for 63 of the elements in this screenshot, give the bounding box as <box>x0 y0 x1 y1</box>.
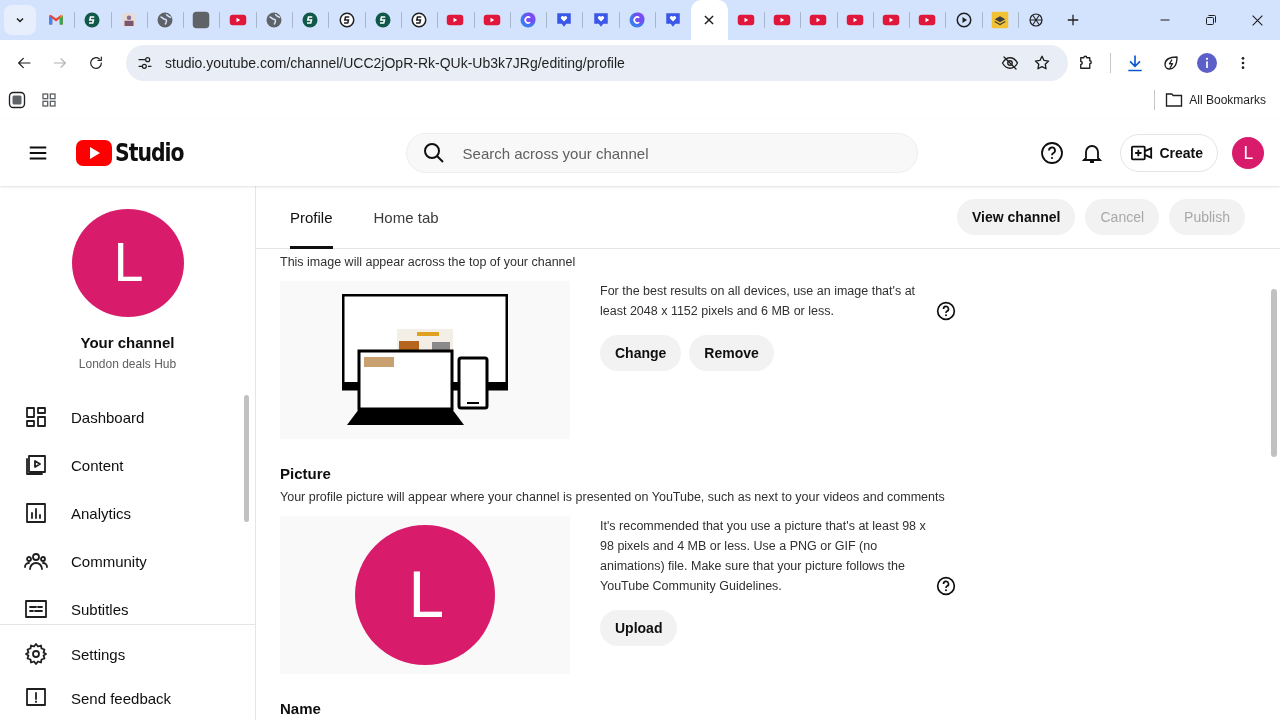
photo-icon <box>119 11 138 29</box>
square-icon <box>192 11 211 29</box>
address-bar[interactable]: studio.youtube.com/channel/UCC2jOpR-Rk-QUk-Ub3k7JRg/editing/profile <box>126 45 1068 81</box>
section-description: Your profile picture will appear where your channel is presented on YouTube, such as next to your videos and comments <box>280 490 946 504</box>
circle-logo-icon <box>627 11 646 29</box>
circle-logo-icon <box>410 11 429 29</box>
circle-logo-icon <box>83 11 102 29</box>
settings-icon <box>24 642 48 666</box>
circle-logo-icon <box>519 11 537 29</box>
action-button: Cancel <box>1085 199 1160 235</box>
scrollbar-thumb[interactable] <box>244 395 249 523</box>
circle-logo-icon <box>373 11 392 29</box>
heart-icon <box>664 11 683 29</box>
upload-button[interactable]: Upload <box>600 610 678 646</box>
tab-square-icon[interactable] <box>6 89 28 111</box>
search-field[interactable]: Search across your channel <box>405 133 918 173</box>
sidebar-item[interactable]: Analytics <box>0 489 244 538</box>
globe-icon <box>156 11 175 29</box>
sidebar-item[interactable]: Dashboard <box>0 393 244 442</box>
bookmarks-link[interactable]: All Bookmarks <box>1161 91 1270 109</box>
dashboard-icon <box>24 405 48 430</box>
back-icon[interactable] <box>16 55 32 71</box>
profile-picture: L <box>355 525 495 665</box>
url-text: studio.youtube.com/channel/UCC2jOpR-Rk-QUk-Ub3k7JRg/editing/profile <box>165 55 626 71</box>
heart-icon <box>555 11 574 29</box>
studio-logo[interactable]: Studio <box>76 139 196 167</box>
close-icon[interactable] <box>702 13 717 27</box>
section-description: This image will appear across the top of your channel <box>280 255 577 269</box>
globe-icon <box>264 11 283 29</box>
knot-icon <box>1027 11 1046 29</box>
circle-logo-icon <box>337 11 356 29</box>
book-icon <box>990 11 1009 29</box>
account-avatar[interactable]: L <box>1232 137 1264 169</box>
page-tab[interactable]: Profile <box>290 185 333 249</box>
action-button: Publish <box>1169 199 1245 235</box>
channel-name: London deals Hub <box>77 357 178 372</box>
scrollbar-thumb[interactable] <box>1271 289 1277 457</box>
section-title: Picture <box>280 465 332 482</box>
sidebar-item[interactable]: Subtitles <box>0 585 244 624</box>
banner-button[interactable]: Change <box>600 335 682 371</box>
channel-avatar[interactable]: L <box>71 209 184 318</box>
sidebar-item[interactable]: Community <box>0 537 244 586</box>
video-library-icon <box>24 453 48 478</box>
new-tab-icon[interactable] <box>1066 13 1081 27</box>
forward-icon <box>52 55 68 71</box>
page-tab[interactable]: Home tab <box>373 185 439 249</box>
reload-icon[interactable] <box>88 55 104 71</box>
bar-chart-icon <box>24 501 48 526</box>
hint-text: It's recommended that you use a picture that's at least 98 x 98 pixels and 4 MB or less. Use a PNG or GIF (no animations) file. Make sure that your picture follows the YouTube Community Guidelines. <box>600 518 927 595</box>
play-icon <box>954 11 973 29</box>
folder-icon <box>1165 91 1184 109</box>
section-title: Name <box>280 700 322 717</box>
sidebar-item[interactable]: Settings <box>0 632 255 676</box>
circle-logo-icon <box>301 11 320 29</box>
banner-button[interactable]: Remove <box>689 335 774 371</box>
sidebar-item[interactable]: Send feedback <box>0 676 255 720</box>
help-icon[interactable] <box>936 576 956 596</box>
action-button[interactable]: View channel <box>957 199 1076 235</box>
sidebar-item[interactable]: Content <box>0 441 244 490</box>
help-icon[interactable] <box>936 301 956 321</box>
channel-title: Your channel <box>79 334 176 352</box>
heart-icon <box>591 11 610 29</box>
hint-text: For the best results on all devices, use an image that's at least 2048 x 1152 pixels and 6 MB or less. <box>600 283 917 320</box>
